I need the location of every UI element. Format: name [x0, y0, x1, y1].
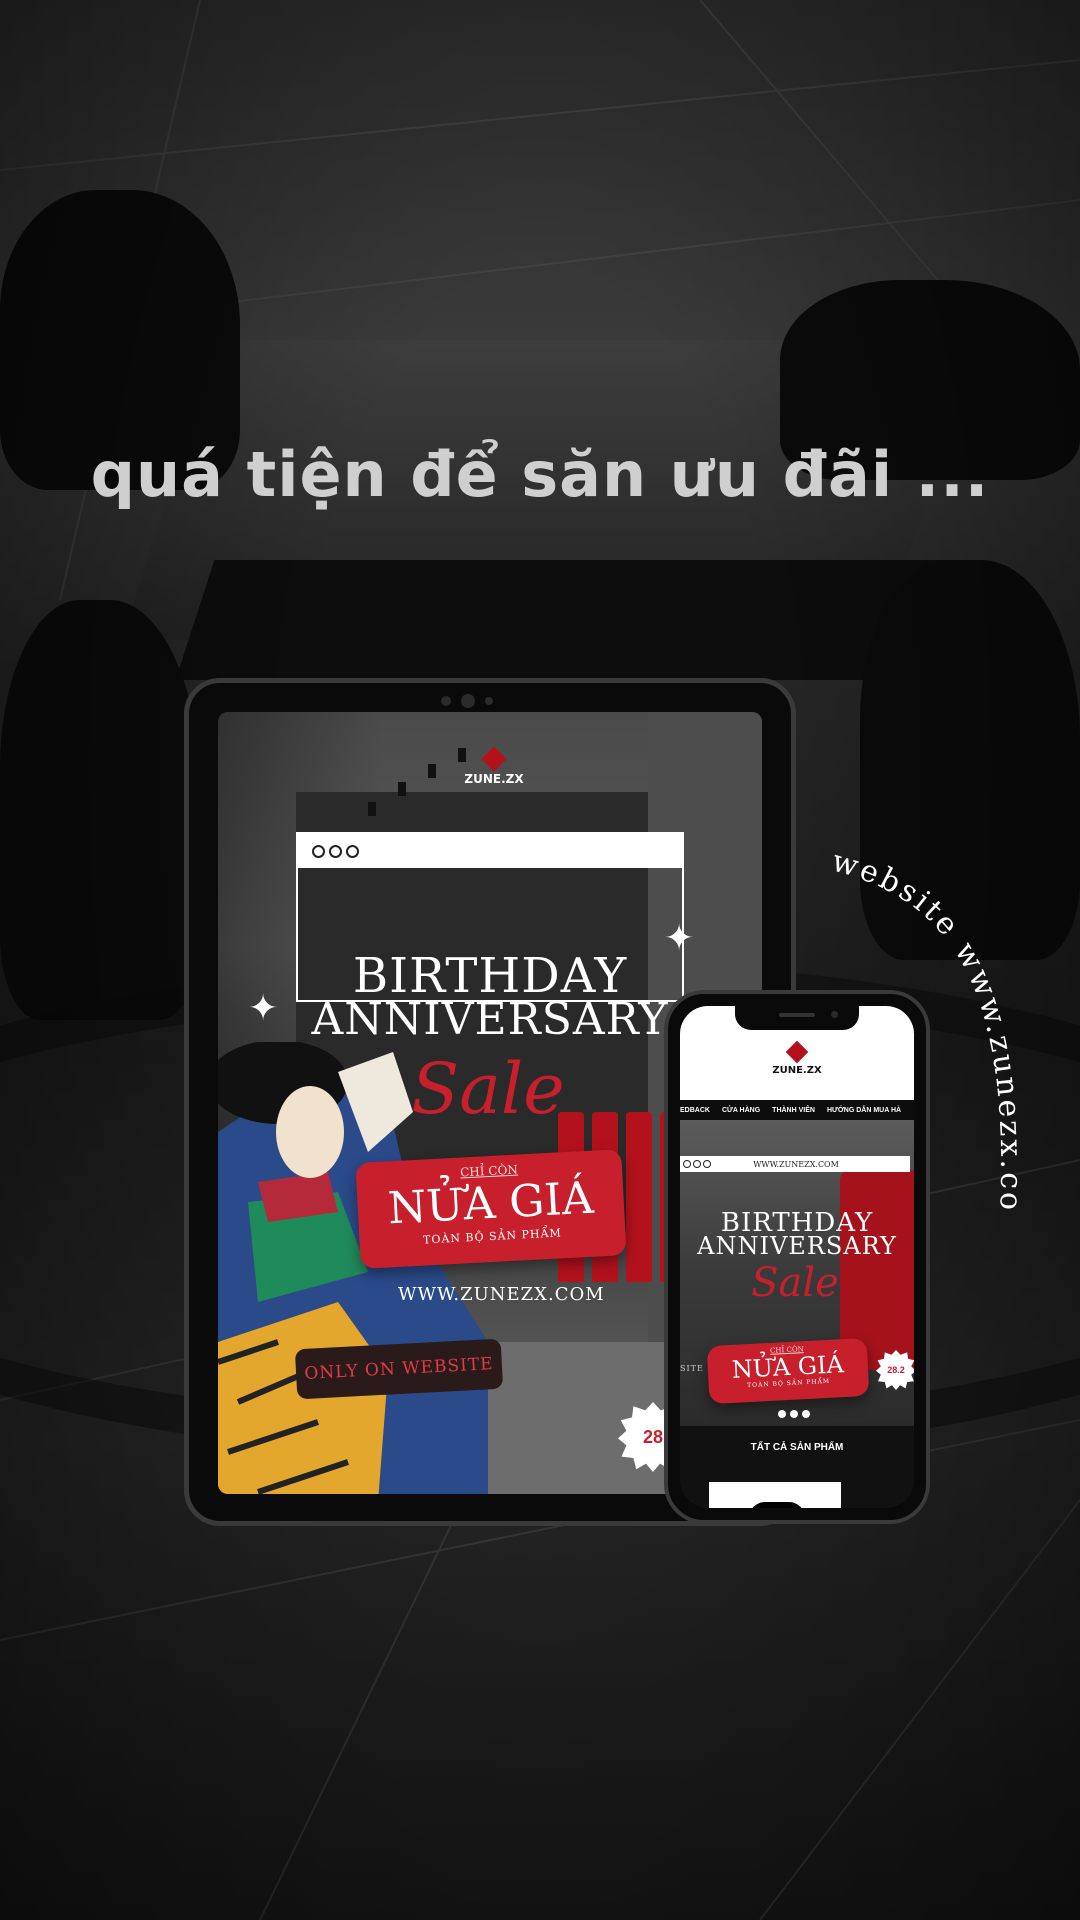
- browser-bar: [298, 834, 682, 868]
- window-dot-icon: [312, 844, 325, 858]
- logo-mark-icon: [785, 1040, 809, 1064]
- logo-mark-icon: [481, 746, 507, 772]
- phone-logo-text: ZUNE.ZX: [772, 1065, 822, 1076]
- tablet-camera: [461, 694, 475, 708]
- phone-half-price-badge: CHỈ CÒN NỬA GIÁ TOÀN BỘ SẢN PHẨM: [706, 1337, 870, 1405]
- phone-screen: ZUNE.ZX EDBACK CỬA HÀNG THÀNH VIÊN HƯỚNG…: [680, 1006, 914, 1508]
- phone-notch: [735, 1006, 859, 1030]
- zune-logo[interactable]: ZUNE.ZX: [454, 746, 534, 786]
- geisha-illustration: [218, 1042, 488, 1494]
- phone-browser-bar: WWW.ZUNEZX.COM: [680, 1156, 910, 1172]
- logo-text: ZUNE.ZX: [464, 772, 524, 786]
- phone-device: ZUNE.ZX EDBACK CỬA HÀNG THÀNH VIÊN HƯỚNG…: [664, 990, 930, 1524]
- phone-title-anniversary: ANNIVERSARY: [697, 1232, 897, 1260]
- nav-item-members[interactable]: THÀNH VIÊN: [772, 1107, 815, 1114]
- all-products-heading[interactable]: TẤT CẢ SẢN PHẨM: [680, 1442, 914, 1453]
- window-dot-icon: [329, 844, 342, 858]
- carousel-dot[interactable]: [802, 1410, 810, 1418]
- carousel-dot[interactable]: [778, 1410, 786, 1418]
- nav-item-guide[interactable]: HƯỚNG DẪN MUA HÀ: [827, 1107, 901, 1114]
- product-card[interactable]: [709, 1482, 841, 1508]
- carousel-dot[interactable]: [790, 1410, 798, 1418]
- tshirt-thumbnail: [749, 1502, 805, 1508]
- half-price-badge[interactable]: CHỈ CÒN NỬA GIÁ TOÀN BỘ SẢN PHẨM: [355, 1149, 627, 1269]
- nav-item-feedback[interactable]: EDBACK: [680, 1107, 710, 1114]
- website-url[interactable]: WWW.ZUNEZX.COM: [398, 1284, 605, 1305]
- phone-browser-url: WWW.ZUNEZX.COM: [753, 1159, 839, 1169]
- nav-item-store[interactable]: CỬA HÀNG: [722, 1107, 760, 1114]
- phone-hero-banner[interactable]: WWW.ZUNEZX.COM BIRTHDAY ANNIVERSARY Sale…: [680, 1120, 914, 1426]
- window-dot-icon: [346, 844, 359, 858]
- carousel-dots[interactable]: [778, 1410, 810, 1418]
- title-birthday: BIRTHDAY: [352, 948, 628, 1004]
- phone-zune-logo[interactable]: ZUNE.ZX: [757, 1040, 837, 1076]
- phone-sale-word: Sale: [751, 1260, 839, 1306]
- phone-nav-bar: EDBACK CỬA HÀNG THÀNH VIÊN HƯỚNG DẪN MUA…: [680, 1100, 914, 1120]
- headline: quá tiện để săn ưu đãi ...: [90, 438, 990, 511]
- phone-side-clip: SITE: [680, 1364, 704, 1373]
- tablet-sensor-2: [485, 697, 493, 705]
- tablet-sensor: [441, 696, 451, 706]
